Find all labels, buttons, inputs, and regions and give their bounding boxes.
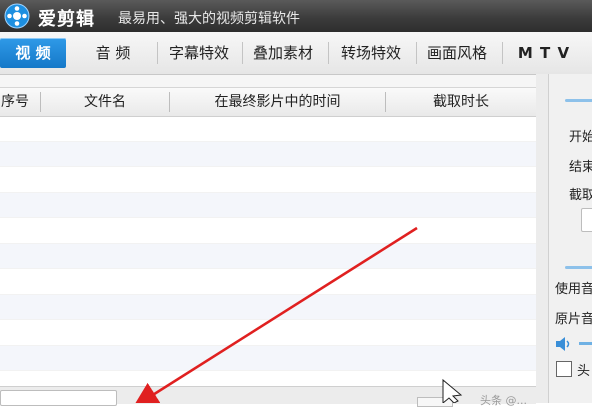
red-arrow-annotation <box>132 226 418 403</box>
annotation-overlay <box>132 226 463 403</box>
cursor-icon <box>442 378 463 403</box>
